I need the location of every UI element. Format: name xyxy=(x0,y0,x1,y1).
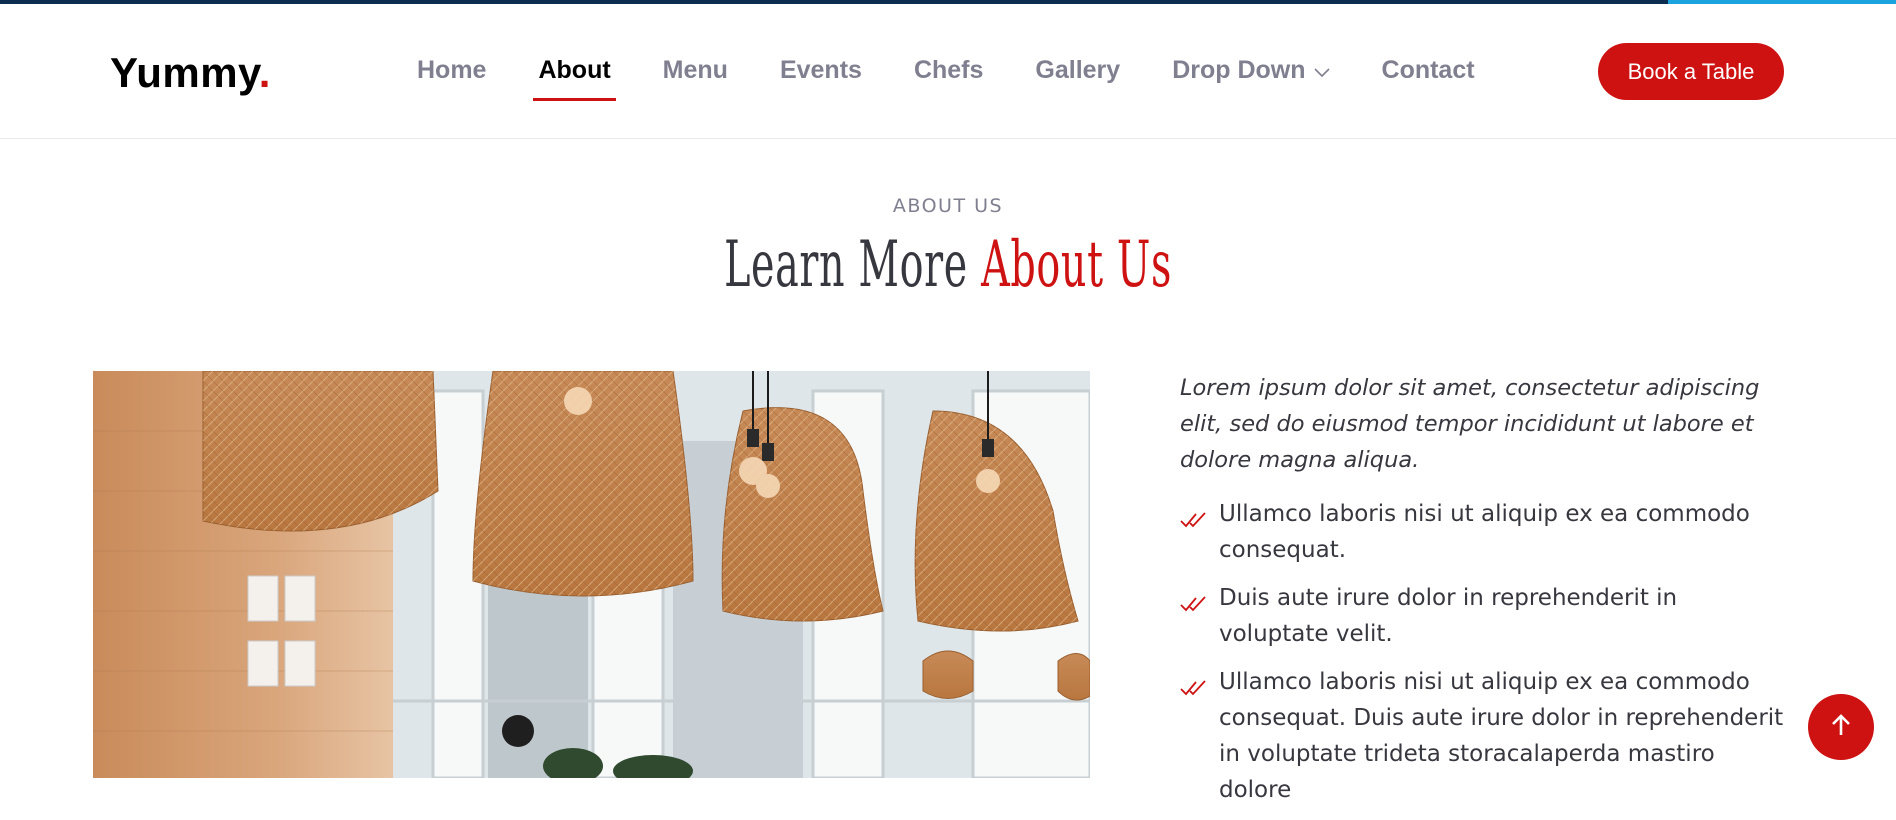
nav-gallery[interactable]: Gallery xyxy=(1035,56,1120,85)
nav-about-label: About xyxy=(538,56,611,84)
nav-about[interactable]: About xyxy=(533,56,616,101)
nav-events-label: Events xyxy=(779,56,862,84)
about-image xyxy=(93,371,1090,778)
nav-menu-label: Menu xyxy=(662,56,728,84)
book-table-button[interactable]: Book a Table xyxy=(1598,43,1784,100)
brand-name: Yummy xyxy=(110,49,259,96)
bullet-text: Ullamco laboris nisi ut aliquip ex ea co… xyxy=(1219,501,1750,563)
brand-dot: . xyxy=(258,49,271,96)
site-header: Yummy. Home About Menu Events Chefs Gall… xyxy=(0,4,1896,139)
section-title: Learn More About Us xyxy=(360,228,1536,302)
nav-chefs[interactable]: Chefs xyxy=(914,56,983,85)
chevron-down-icon xyxy=(1313,56,1330,85)
scroll-top-button[interactable] xyxy=(1808,694,1874,760)
nav-home-label: Home xyxy=(417,56,487,84)
section-title-accent: About Us xyxy=(981,228,1172,302)
brand-logo[interactable]: Yummy. xyxy=(110,49,271,97)
double-check-icon xyxy=(1180,504,1210,540)
section-title-plain: Learn More xyxy=(724,228,982,302)
list-item: Duis aute irure dolor in reprehenderit i… xyxy=(1180,580,1790,652)
nav-gallery-label: Gallery xyxy=(1035,56,1121,84)
nav-home[interactable]: Home xyxy=(417,56,486,85)
nav-events[interactable]: Events xyxy=(780,56,862,85)
double-check-icon xyxy=(1180,588,1210,624)
nav-chefs-label: Chefs xyxy=(913,56,984,84)
double-check-icon xyxy=(1180,672,1210,708)
about-content: Lorem ipsum dolor sit amet, consectetur … xyxy=(1180,370,1790,820)
list-item: Ullamco laboris nisi ut aliquip ex ea co… xyxy=(1180,496,1790,568)
nav-dropdown[interactable]: Drop Down xyxy=(1172,56,1330,85)
arrow-up-icon xyxy=(1830,713,1852,742)
section-subtitle: ABOUT US xyxy=(892,195,1004,217)
about-bullet-list: Ullamco laboris nisi ut aliquip ex ea co… xyxy=(1180,496,1790,808)
nav-dropdown-label: Drop Down xyxy=(1172,56,1306,84)
main-nav: Home About Menu Events Chefs Gallery Dro… xyxy=(417,56,1527,101)
nav-contact-label: Contact xyxy=(1381,56,1475,84)
bullet-text: Ullamco laboris nisi ut aliquip ex ea co… xyxy=(1219,669,1784,803)
list-item: Ullamco laboris nisi ut aliquip ex ea co… xyxy=(1180,664,1790,808)
bullet-text: Duis aute irure dolor in reprehenderit i… xyxy=(1219,585,1678,647)
nav-menu[interactable]: Menu xyxy=(663,56,728,85)
about-lead: Lorem ipsum dolor sit amet, consectetur … xyxy=(1180,375,1760,473)
nav-contact[interactable]: Contact xyxy=(1382,56,1475,85)
